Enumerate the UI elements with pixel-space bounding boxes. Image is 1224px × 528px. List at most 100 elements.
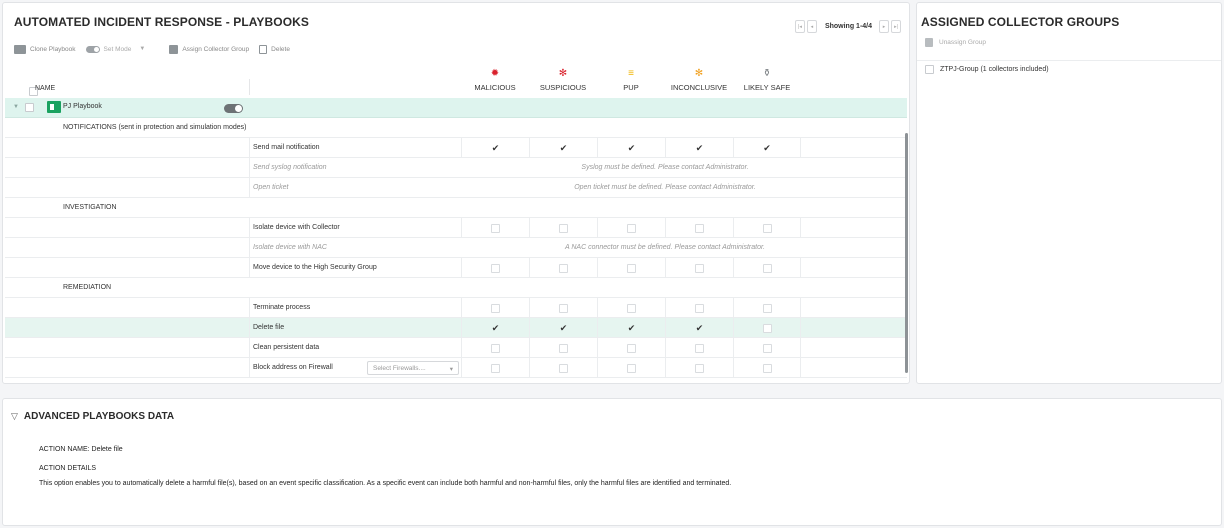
assign-collector-group-button[interactable]: Assign Collector Group <box>169 44 249 54</box>
cell-pup[interactable] <box>597 258 665 278</box>
cell-inconclusive[interactable] <box>665 358 733 378</box>
cell-likely-safe[interactable] <box>733 338 801 358</box>
checkbox[interactable] <box>695 363 704 373</box>
set-mode-button[interactable]: Set Mode ▼ <box>85 45 160 53</box>
syslog-message: Syslog must be defined. Please contact A… <box>581 164 749 171</box>
cell-malicious[interactable]: ✔ <box>461 318 529 338</box>
collector-groups-panel: ASSIGNED COLLECTOR GROUPS Unassign Group… <box>916 2 1222 384</box>
checkbox[interactable] <box>695 223 704 233</box>
cell-pup[interactable]: ✔ <box>597 138 665 158</box>
prev-page-button[interactable]: ◂ <box>806 20 817 33</box>
verdict-headers: ✹ MALICIOUS ✻ SUSPICIOUS ≡ PUP ✻ INCONCL… <box>3 68 911 96</box>
scrollbar[interactable] <box>905 133 908 373</box>
checkbox[interactable] <box>762 363 772 373</box>
cell-inconclusive[interactable] <box>665 258 733 278</box>
cell-likely-safe[interactable]: ✔ <box>733 138 801 158</box>
checkbox[interactable] <box>491 363 500 373</box>
cell-pup[interactable] <box>597 218 665 238</box>
section-remediation: REMEDIATION <box>63 284 112 291</box>
cell-pup[interactable] <box>597 358 665 378</box>
checkbox[interactable] <box>627 343 636 353</box>
checkbox[interactable] <box>491 303 500 313</box>
checkbox[interactable] <box>627 363 636 373</box>
cell-malicious[interactable] <box>461 298 529 318</box>
page-title: AUTOMATED INCIDENT RESPONSE - PLAYBOOKS <box>14 15 310 29</box>
cell-malicious[interactable] <box>461 358 529 378</box>
group-item[interactable]: ZTPJ-Group (1 collectors included) <box>925 65 1049 74</box>
checkbox[interactable] <box>491 343 500 353</box>
checkbox[interactable] <box>491 263 500 273</box>
verdict-likely-safe: ⚱ LIKELY SAFE <box>733 68 801 92</box>
cell-pup[interactable]: ✔ <box>597 318 665 338</box>
row-checkbox[interactable] <box>25 103 34 114</box>
cell-likely-safe[interactable] <box>733 318 801 338</box>
checkbox[interactable] <box>559 363 568 373</box>
cell-malicious[interactable] <box>461 258 529 278</box>
checkbox[interactable] <box>695 303 704 313</box>
first-page-button[interactable]: |◂ <box>794 20 805 33</box>
firewall-select[interactable]: Select Firewalls.... ▾ <box>367 361 459 375</box>
checkbox[interactable] <box>695 263 704 273</box>
checkbox[interactable] <box>559 303 568 313</box>
collapse-triangle-icon[interactable]: ▽ <box>11 411 18 422</box>
group-checkbox[interactable] <box>925 65 934 74</box>
cell-inconclusive[interactable]: ✔ <box>665 138 733 158</box>
cell-suspicious[interactable]: ✔ <box>529 318 597 338</box>
cell-malicious[interactable] <box>461 218 529 238</box>
checkbox[interactable] <box>559 343 568 353</box>
playbook-row[interactable]: ▼ PJ Playbook <box>5 98 907 118</box>
clone-playbook-button[interactable]: Clone Playbook <box>14 44 76 54</box>
playbook-mode-toggle[interactable] <box>224 104 243 113</box>
unassign-group-button[interactable]: Unassign Group <box>925 38 986 47</box>
cell-inconclusive[interactable] <box>665 218 733 238</box>
cell-inconclusive[interactable] <box>665 298 733 318</box>
cell-suspicious[interactable] <box>529 358 597 378</box>
cell-suspicious[interactable] <box>529 258 597 278</box>
checkbox[interactable] <box>695 343 704 353</box>
chevron-down-icon: ▾ <box>449 366 453 373</box>
checkbox[interactable] <box>762 343 772 353</box>
checkbox[interactable] <box>491 223 500 233</box>
cell-suspicious[interactable] <box>529 338 597 358</box>
cell-likely-safe[interactable] <box>733 298 801 318</box>
cell-pup[interactable] <box>597 338 665 358</box>
next-page-button[interactable]: ▸ <box>879 20 889 33</box>
cell-likely-safe[interactable] <box>733 258 801 278</box>
action-delete-file: Delete file <box>253 324 285 331</box>
cell-suspicious[interactable] <box>529 298 597 318</box>
checkbox[interactable] <box>627 303 636 313</box>
delete-button[interactable]: Delete <box>259 44 290 54</box>
checkbox[interactable] <box>762 223 772 233</box>
cell-malicious[interactable] <box>461 338 529 358</box>
last-page-button[interactable]: ▸| <box>891 20 901 33</box>
checkbox[interactable] <box>762 323 772 333</box>
cell-malicious[interactable]: ✔ <box>461 138 529 158</box>
checkbox[interactable] <box>559 223 568 233</box>
cell-inconclusive[interactable] <box>665 338 733 358</box>
action-row-selected[interactable]: Delete file ✔ ✔ ✔ ✔ <box>5 318 907 338</box>
cell-likely-safe[interactable] <box>733 218 801 238</box>
checkbox[interactable] <box>627 263 636 273</box>
playbook-name: PJ Playbook <box>63 103 102 110</box>
cell-likely-safe[interactable] <box>733 358 801 378</box>
check-icon: ✔ <box>763 142 771 153</box>
checkbox[interactable] <box>762 303 772 313</box>
folder-icon <box>14 44 26 54</box>
cell-pup[interactable] <box>597 298 665 318</box>
cell-suspicious[interactable]: ✔ <box>529 138 597 158</box>
checkbox[interactable] <box>559 263 568 273</box>
cell-suspicious[interactable] <box>529 218 597 238</box>
expand-caret-icon[interactable]: ▼ <box>13 104 19 110</box>
ticket-message: Open ticket must be defined. Please cont… <box>574 184 756 191</box>
action-row: Send syslog notification Syslog must be … <box>5 158 907 178</box>
check-icon: ✔ <box>559 322 568 333</box>
advanced-title[interactable]: ▽ ADVANCED PLAYBOOKS DATA <box>11 411 174 422</box>
checkbox[interactable] <box>762 263 772 273</box>
cell-inconclusive[interactable]: ✔ <box>665 318 733 338</box>
checkbox[interactable] <box>627 223 636 233</box>
action-clean-persistent: Clean persistent data <box>253 344 320 351</box>
action-row: Clean persistent data <box>5 338 907 358</box>
action-row: Isolate device with NAC A NAC connector … <box>5 238 907 258</box>
playbooks-panel: AUTOMATED INCIDENT RESPONSE - PLAYBOOKS … <box>2 2 910 384</box>
verdict-malicious: ✹ MALICIOUS <box>461 68 529 92</box>
